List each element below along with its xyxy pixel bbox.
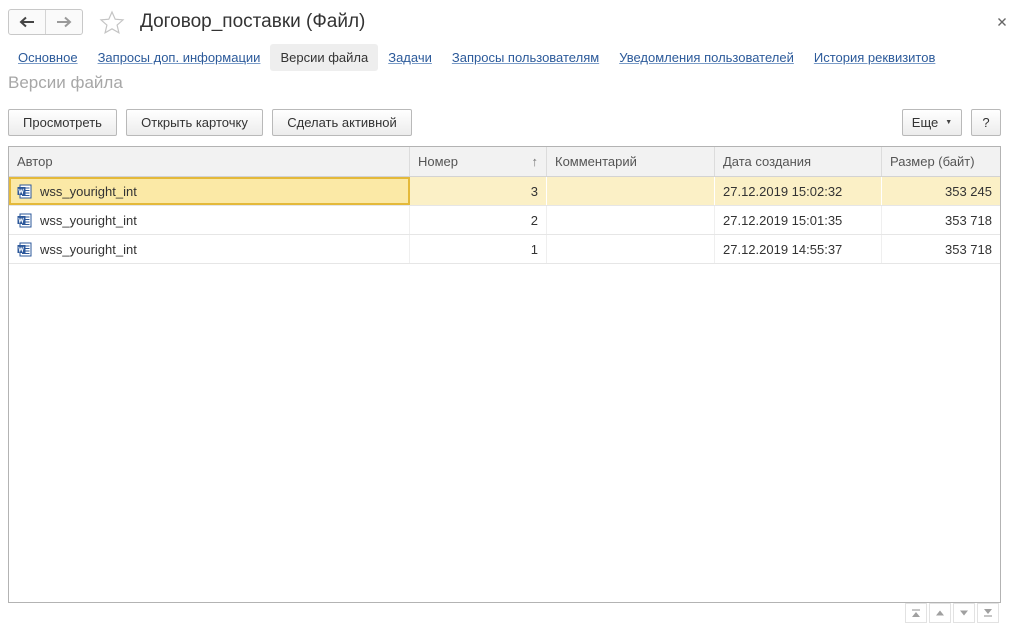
column-header-size[interactable]: Размер (байт) — [882, 147, 1000, 176]
author-name: wss_youright_int — [40, 241, 137, 257]
tab-info-requests[interactable]: Запросы доп. информации — [88, 44, 271, 71]
size-cell[interactable]: 353 718 — [882, 235, 1000, 263]
created-cell[interactable]: 27.12.2019 14:55:37 — [715, 235, 882, 263]
size-cell[interactable]: 353 245 — [882, 177, 1000, 205]
page-title: Версии файла — [8, 73, 123, 92]
word-document-icon — [17, 213, 32, 227]
tab-bar: Основное Запросы доп. информации Версии … — [8, 44, 945, 71]
size-cell[interactable]: 353 718 — [882, 206, 1000, 234]
column-header-created[interactable]: Дата создания — [715, 147, 882, 176]
close-icon — [998, 18, 1006, 26]
author-cell[interactable]: wss_youright_int — [9, 177, 410, 205]
table-row[interactable]: wss_youright_int 1 27.12.2019 14:55:37 3… — [9, 235, 1000, 264]
scroll-to-bottom-button[interactable] — [977, 603, 999, 623]
number-cell[interactable]: 3 — [410, 177, 547, 205]
column-header-number[interactable]: Номер ↑ — [410, 147, 547, 176]
comment-cell[interactable] — [547, 177, 715, 205]
window-title: Договор_поставки (Файл) — [140, 11, 366, 32]
last-page-icon — [984, 609, 992, 617]
author-name: wss_youright_int — [40, 183, 137, 199]
star-icon — [99, 10, 125, 35]
chevron-down-icon — [960, 610, 968, 616]
word-document-icon — [17, 242, 32, 256]
column-header-comment[interactable]: Комментарий — [547, 147, 715, 176]
arrow-right-icon — [57, 16, 72, 28]
tab-main[interactable]: Основное — [8, 44, 88, 71]
forward-button[interactable] — [45, 10, 82, 34]
favorite-button[interactable] — [99, 10, 125, 36]
open-card-button[interactable]: Открыть карточку — [126, 109, 263, 136]
column-header-number-label: Номер — [418, 154, 459, 169]
number-cell[interactable]: 2 — [410, 206, 547, 234]
close-button[interactable] — [995, 15, 1009, 29]
scroll-to-top-button[interactable] — [905, 603, 927, 623]
table-row[interactable]: wss_youright_int 3 27.12.2019 15:02:32 3… — [9, 177, 1000, 206]
arrow-left-icon — [19, 16, 34, 28]
tab-attribute-history[interactable]: История реквизитов — [804, 44, 946, 71]
tab-user-notifications[interactable]: Уведомления пользователей — [609, 44, 804, 71]
tab-tasks[interactable]: Задачи — [378, 44, 442, 71]
make-active-button[interactable]: Сделать активной — [272, 109, 412, 136]
scroll-up-button[interactable] — [929, 603, 951, 623]
back-button[interactable] — [9, 10, 45, 34]
versions-table: Автор Номер ↑ Комментарий Дата создания … — [8, 146, 1001, 603]
chevron-down-icon: ▼ — [945, 119, 953, 126]
chevron-up-icon — [936, 610, 944, 616]
table-header: Автор Номер ↑ Комментарий Дата создания … — [9, 147, 1000, 177]
word-document-icon — [17, 184, 32, 198]
scroll-down-button[interactable] — [953, 603, 975, 623]
navigation-buttons — [8, 9, 83, 35]
table-row[interactable]: wss_youright_int 2 27.12.2019 15:01:35 3… — [9, 206, 1000, 235]
column-header-author[interactable]: Автор — [9, 147, 410, 176]
sort-ascending-icon: ↑ — [531, 154, 539, 169]
tab-file-versions[interactable]: Версии файла — [270, 44, 379, 71]
first-page-icon — [912, 609, 920, 617]
help-button[interactable]: ? — [971, 109, 1001, 136]
author-cell[interactable]: wss_youright_int — [9, 206, 410, 234]
more-label: Еще — [911, 115, 939, 130]
tab-user-requests[interactable]: Запросы пользователям — [442, 44, 609, 71]
number-cell[interactable]: 1 — [410, 235, 547, 263]
author-name: wss_youright_int — [40, 212, 137, 228]
author-cell[interactable]: wss_youright_int — [9, 235, 410, 263]
more-menu-button[interactable]: Еще ▼ — [902, 109, 962, 136]
view-button[interactable]: Просмотреть — [8, 109, 117, 136]
comment-cell[interactable] — [547, 235, 715, 263]
created-cell[interactable]: 27.12.2019 15:01:35 — [715, 206, 882, 234]
title-bar: Договор_поставки (Файл) — [0, 0, 1014, 44]
created-cell[interactable]: 27.12.2019 15:02:32 — [715, 177, 882, 205]
comment-cell[interactable] — [547, 206, 715, 234]
